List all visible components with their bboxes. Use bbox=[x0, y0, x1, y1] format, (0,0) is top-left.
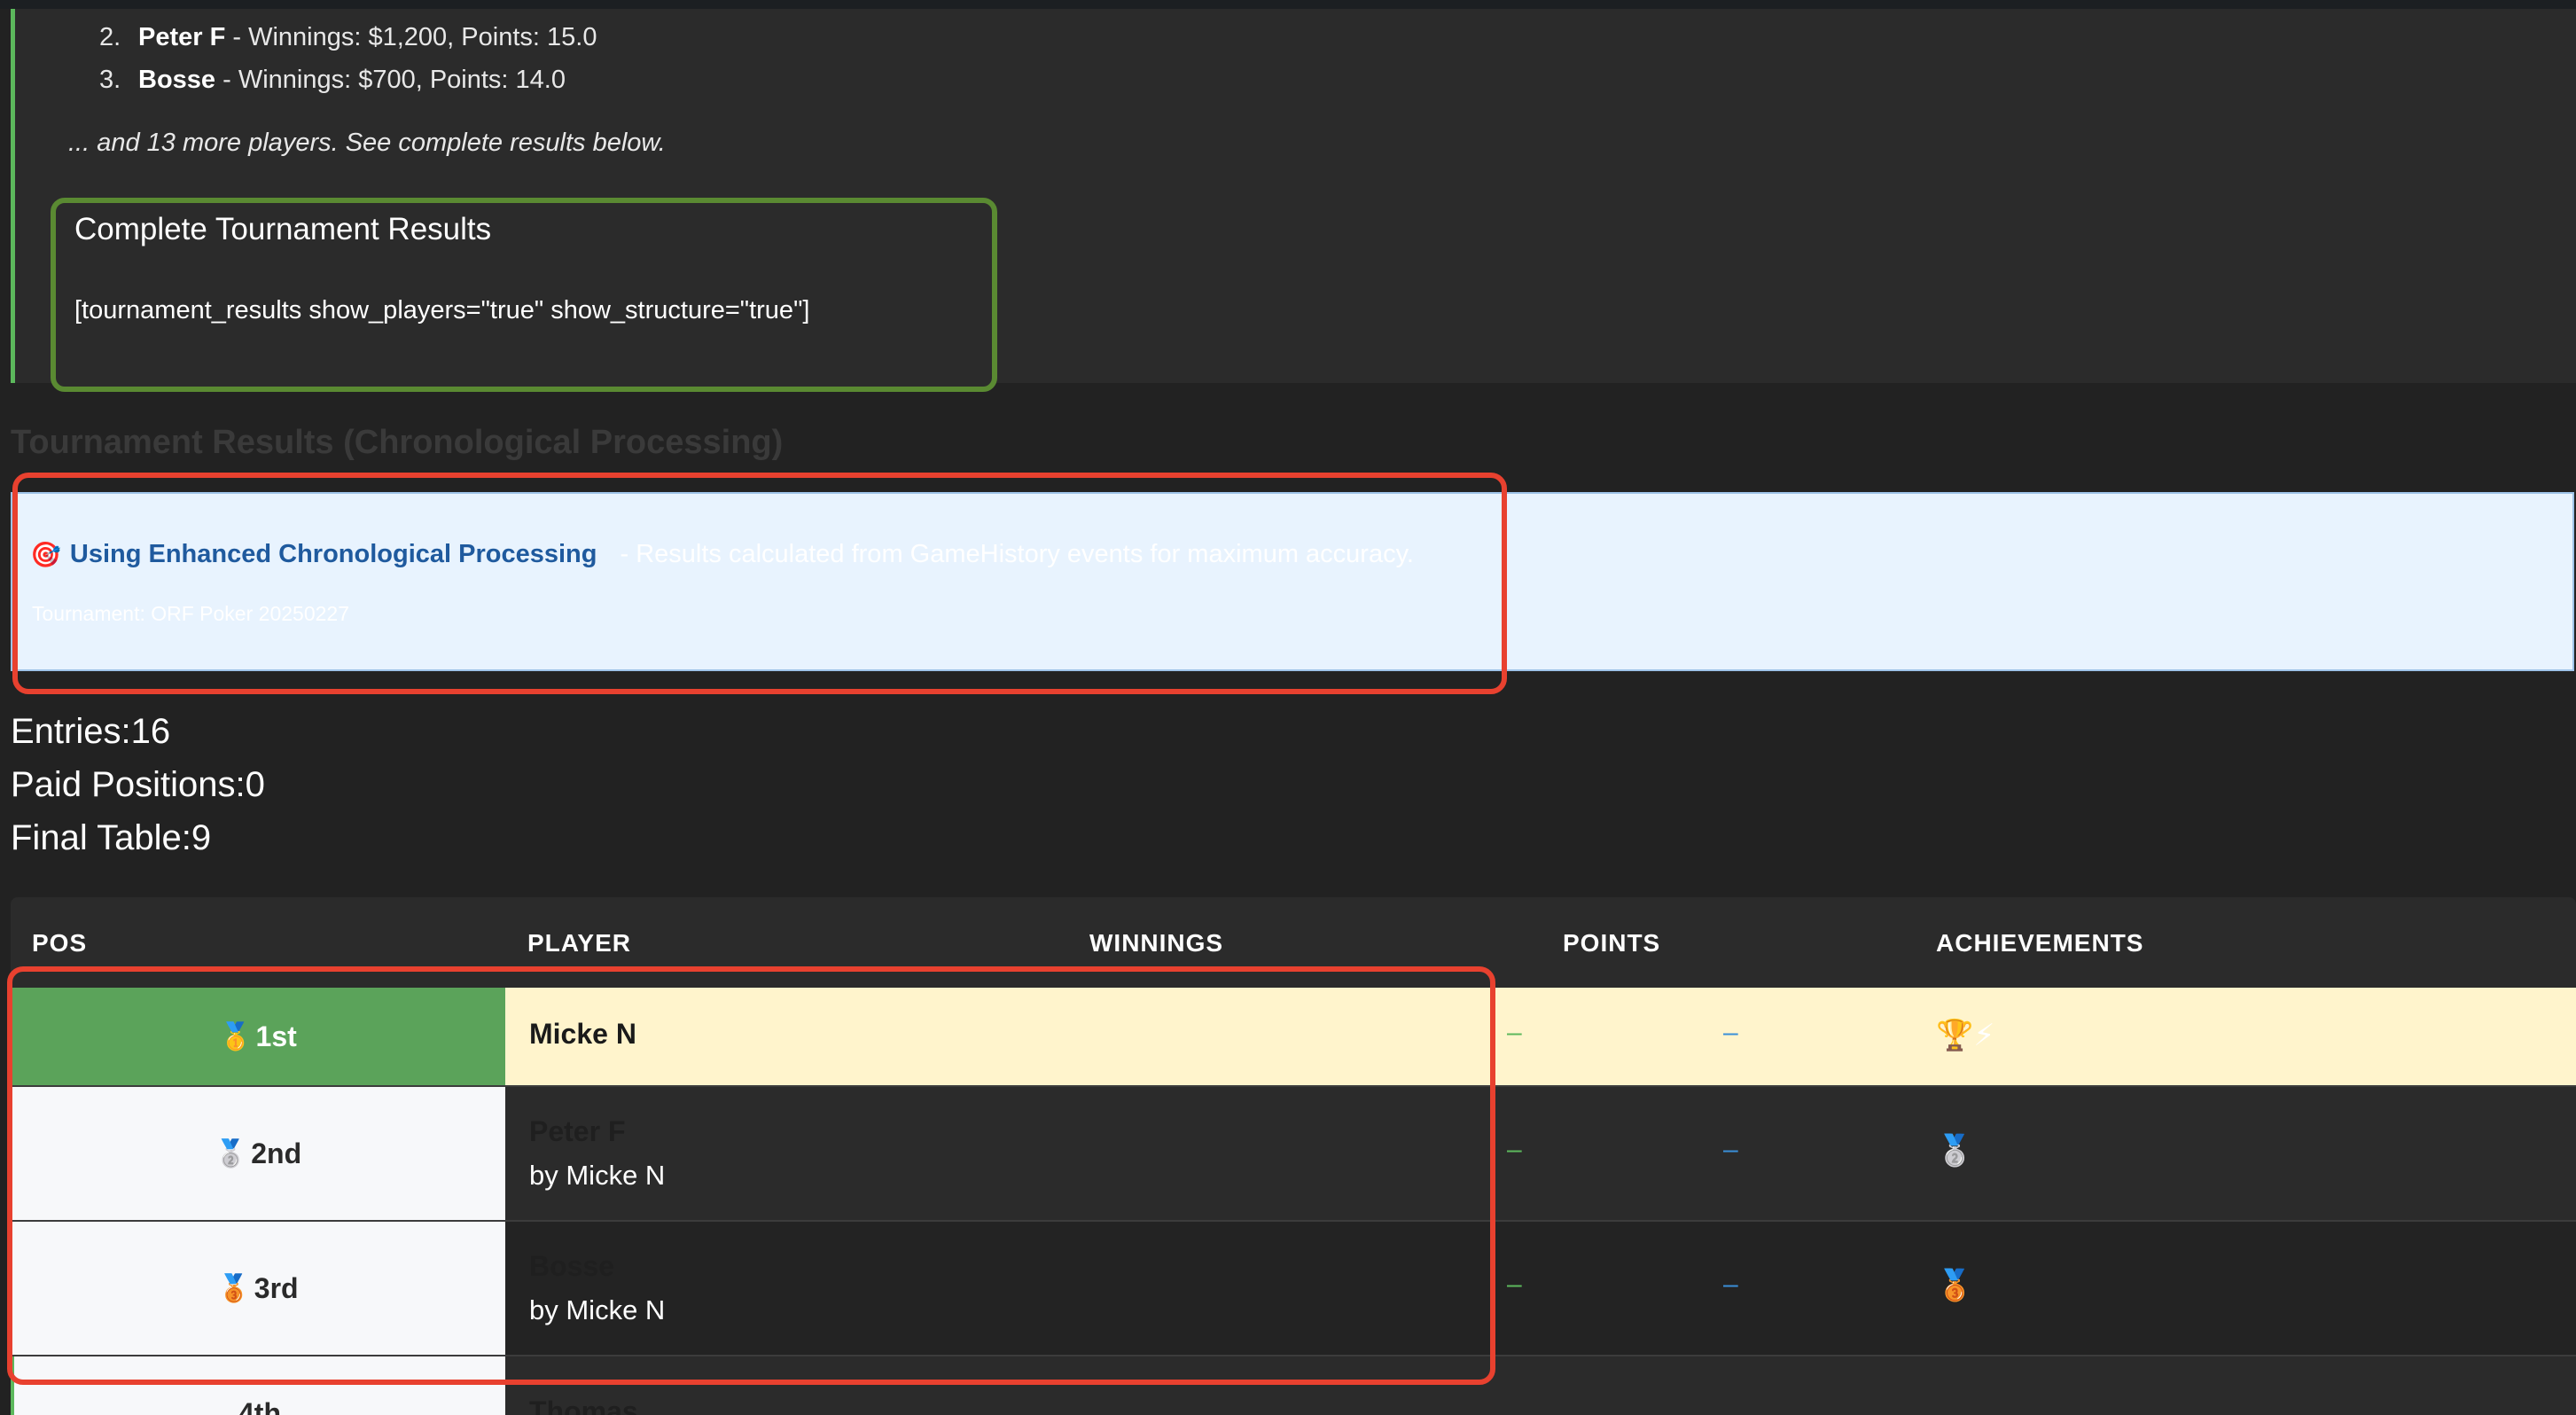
list-item: 2. Peter F - Winnings: $1,200, Points: 1… bbox=[99, 16, 597, 59]
bronze-medal-icon: 🥉 bbox=[217, 1273, 251, 1303]
target-icon: 🎯 bbox=[30, 541, 61, 568]
table-row[interactable]: 4th Thomas bbox=[11, 1355, 2576, 1415]
position-label: 2nd bbox=[251, 1137, 302, 1169]
header-player[interactable]: PLAYER bbox=[527, 929, 631, 958]
top-players-list: 2. Peter F - Winnings: $1,200, Points: 1… bbox=[99, 16, 597, 101]
top-strip bbox=[0, 0, 2576, 9]
position-cell: 🥇 1st bbox=[11, 988, 505, 1085]
position-cell: 🥉 3rd bbox=[11, 1222, 505, 1356]
player-cell: Thomas bbox=[507, 1356, 1482, 1415]
winnings-value: – bbox=[1507, 1135, 1522, 1164]
table-row[interactable]: 🥉 3rd Bosse by Micke N – – 🥉 bbox=[11, 1220, 2576, 1356]
points-value: – bbox=[1723, 1018, 1738, 1047]
winnings-value: – bbox=[1507, 1270, 1522, 1299]
shortcode-text: [tournament_results show_players="true" … bbox=[74, 296, 810, 324]
table-header: POS PLAYER WINNINGS POINTS ACHIEVEMENTS bbox=[11, 897, 2576, 988]
points-value: – bbox=[1723, 1270, 1738, 1299]
player-name[interactable]: Peter F bbox=[529, 1115, 625, 1148]
player-detail: - Winnings: $700, Points: 14.0 bbox=[215, 66, 566, 94]
info-banner-label: Using Enhanced Chronological Processing bbox=[69, 540, 597, 568]
header-points[interactable]: POINTS bbox=[1563, 929, 1660, 958]
position-label: 4th bbox=[238, 1397, 281, 1415]
position-label: 3rd bbox=[254, 1271, 299, 1304]
info-banner-line: 🎯 Using Enhanced Chronological Processin… bbox=[30, 540, 1414, 569]
bronze-medal-icon: 🥉 bbox=[1936, 1269, 1974, 1302]
gold-medal-icon: 🥇 bbox=[219, 1021, 253, 1051]
eliminated-by: by Micke N bbox=[529, 1160, 666, 1191]
header-winnings[interactable]: WINNINGS bbox=[1089, 929, 1223, 958]
silver-medal-icon: 🥈 bbox=[214, 1138, 248, 1169]
player-name[interactable]: Micke N bbox=[529, 1018, 636, 1051]
player-name: Bosse bbox=[138, 66, 216, 94]
position-label: 1st bbox=[255, 1020, 297, 1052]
position-cell: 4th bbox=[11, 1356, 505, 1415]
complete-results-title: Complete Tournament Results bbox=[74, 212, 492, 246]
table-row[interactable]: 🥇 1st Micke N – – 🏆⚡ bbox=[11, 988, 2576, 1085]
paid-positions-stat: Paid Positions:0 bbox=[11, 765, 265, 804]
player-name[interactable]: Bosse bbox=[529, 1250, 614, 1283]
entries-stat: Entries:16 bbox=[11, 712, 171, 751]
header-pos[interactable]: POS bbox=[32, 929, 87, 958]
player-name[interactable]: Thomas bbox=[529, 1395, 638, 1415]
more-players-note: ... and 13 more players. See complete re… bbox=[68, 129, 666, 157]
summary-panel: 2. Peter F - Winnings: $1,200, Points: 1… bbox=[11, 9, 2576, 392]
info-banner-description: - Results calculated from GameHistory ev… bbox=[620, 540, 1414, 568]
winnings-value: – bbox=[1507, 1018, 1522, 1047]
final-table-stat: Final Table:9 bbox=[11, 818, 212, 857]
info-banner: 🎯 Using Enhanced Chronological Processin… bbox=[11, 492, 2574, 671]
player-name: Peter F bbox=[138, 23, 226, 51]
player-cell: Peter F by Micke N bbox=[507, 1087, 1482, 1220]
tournament-name: Tournament: ORF Poker 20250227 bbox=[32, 602, 349, 625]
position-cell: 🥈 2nd bbox=[11, 1087, 505, 1222]
eliminated-by: by Micke N bbox=[529, 1294, 666, 1325]
table-row[interactable]: 🥈 2nd Peter F by Micke N – – 🥈 bbox=[11, 1085, 2576, 1222]
player-cell: Micke N bbox=[507, 988, 1482, 1085]
complete-results-box: Complete Tournament Results [tournament_… bbox=[51, 198, 997, 392]
header-achievements[interactable]: ACHIEVEMENTS bbox=[1936, 929, 2143, 958]
trophy-lightning-icon: 🏆⚡ bbox=[1936, 1019, 1995, 1052]
list-item: 3. Bosse - Winnings: $700, Points: 14.0 bbox=[99, 59, 597, 101]
silver-medal-icon: 🥈 bbox=[1936, 1134, 1974, 1168]
player-detail: - Winnings: $1,200, Points: 15.0 bbox=[225, 23, 597, 51]
points-value: – bbox=[1723, 1135, 1738, 1164]
results-table: POS PLAYER WINNINGS POINTS ACHIEVEMENTS … bbox=[11, 897, 2576, 1415]
player-cell: Bosse by Micke N bbox=[507, 1222, 1482, 1355]
section-heading: Tournament Results (Chronological Proces… bbox=[11, 424, 784, 461]
